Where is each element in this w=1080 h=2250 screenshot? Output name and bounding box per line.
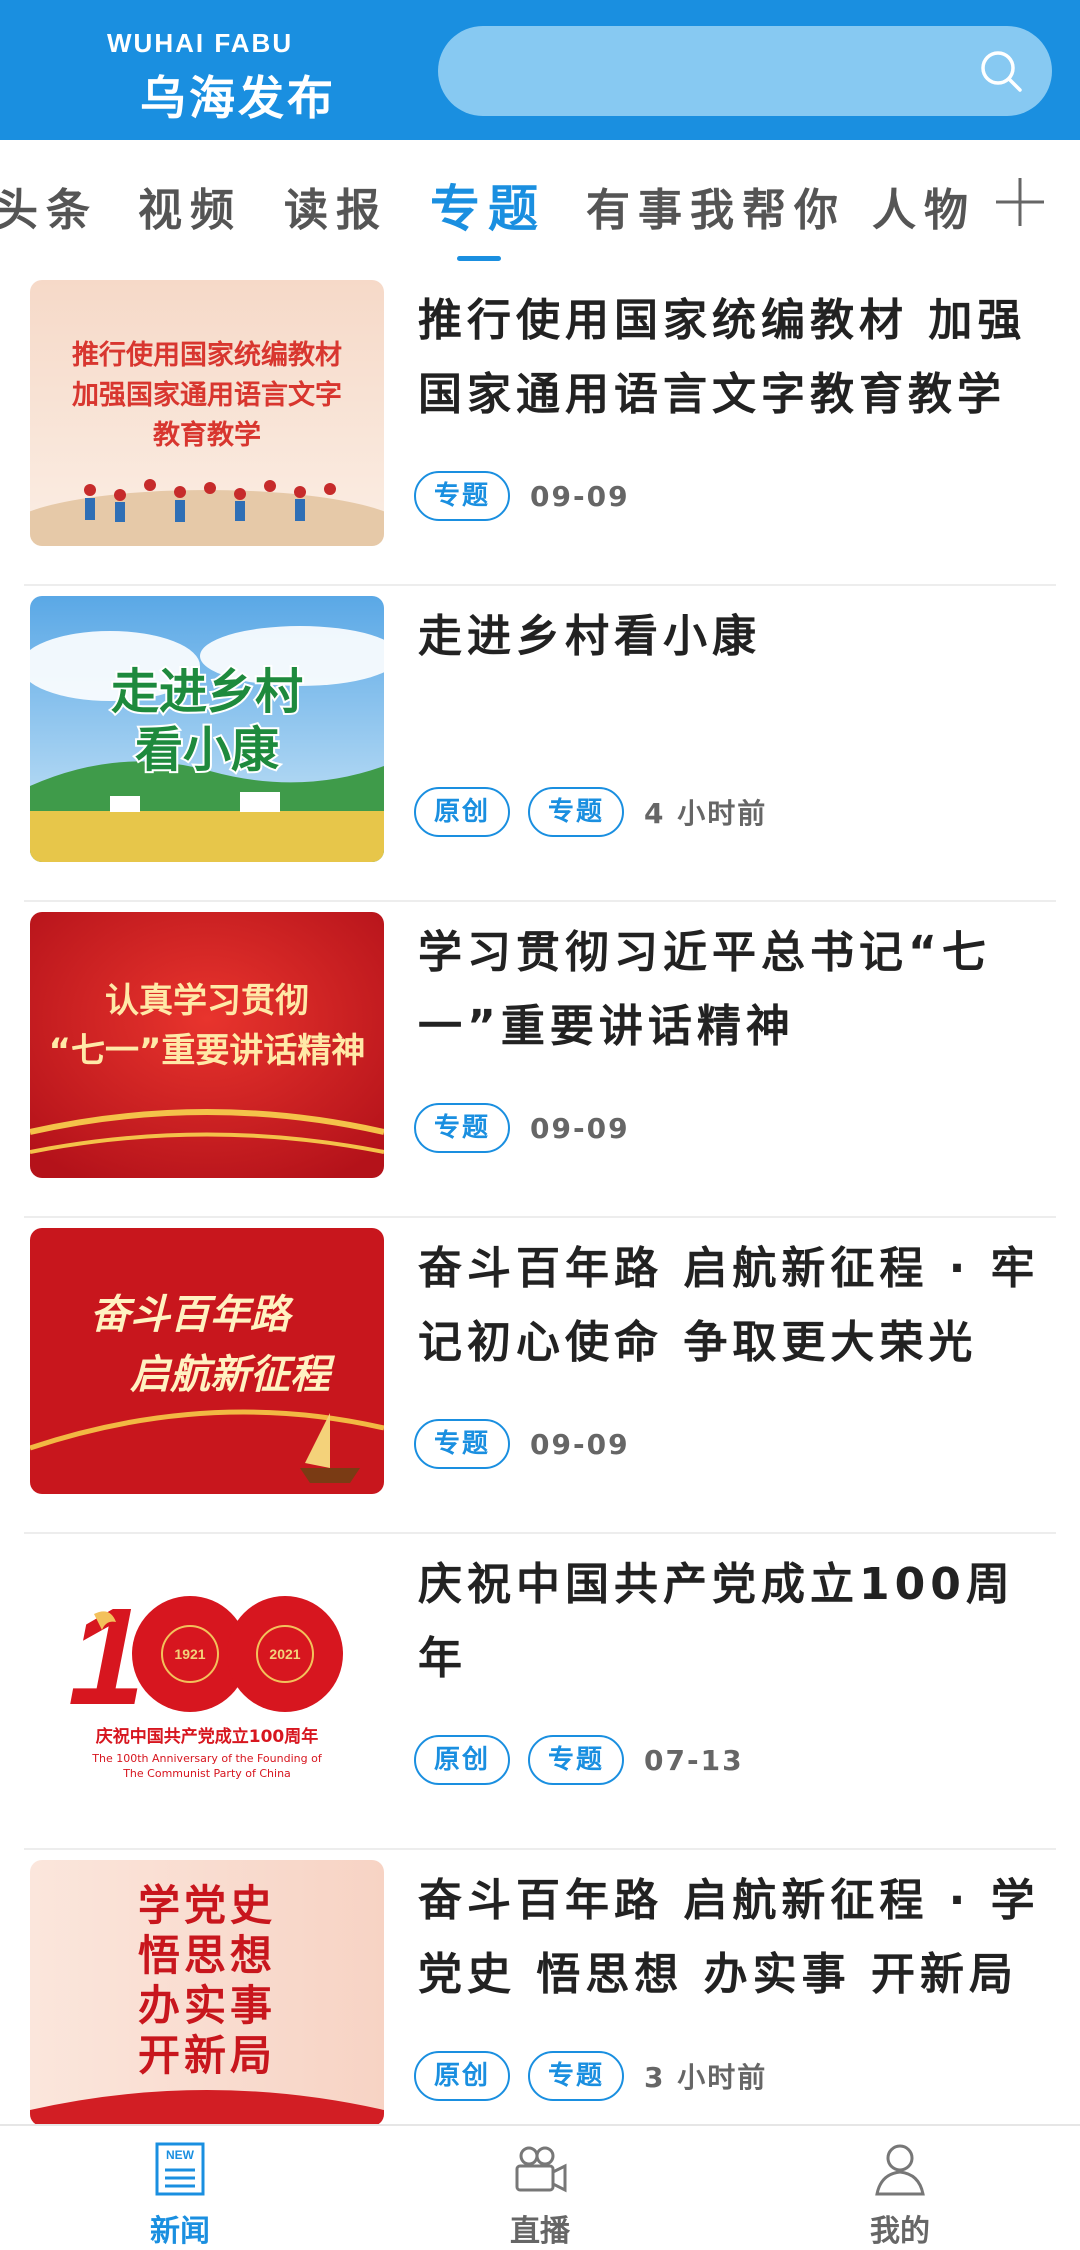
live-camera-icon [515, 2146, 567, 2193]
news-thumbnail: 走进乡村 看小康 [30, 596, 384, 862]
tag-badge: 专题 [414, 471, 511, 521]
publish-time: 3 小时前 [644, 2061, 768, 2094]
logo-chinese: 乌海发布 [140, 71, 336, 125]
news-thumbnail: 认真学习贯彻 “七一”重要讲话精神 [30, 912, 384, 1178]
news-item[interactable]: 学党史 悟思想 办实事 开新局 奋斗百年路 启航新征程 · 学党史 悟思想 办实… [24, 1850, 1056, 2164]
publish-time: 07-13 [644, 1743, 744, 1777]
thumb-text: 办实事 [138, 1981, 276, 2030]
publish-time: 09-09 [530, 479, 630, 513]
thumb-text: The 100th Anniversary of the Founding of [91, 1752, 323, 1765]
news-meta: 原创 专题 3 小时前 [414, 2050, 767, 2102]
news-item[interactable]: 1 1921 2021 庆祝中国共产党成立100周年 The 100th Ann… [24, 1534, 1056, 1850]
news-meta: 原创 专题 07-13 [414, 1734, 744, 1786]
news-meta: 专题 09-09 [414, 1418, 630, 1470]
thumb-text: 奋斗百年路 [90, 1291, 294, 1338]
thumb-text: 开新局 [138, 2031, 276, 2080]
thumb-text: 1921 [174, 1646, 205, 1662]
tag-badge: 专题 [414, 1103, 511, 1153]
news-thumbnail: 学党史 悟思想 办实事 开新局 [30, 1860, 384, 2126]
tag-badge: 原创 [414, 2051, 511, 2101]
news-icon: NEW [155, 2142, 205, 2196]
publish-time: 4 小时前 [644, 797, 768, 830]
thumb-text: 庆祝中国共产党成立100周年 [96, 1726, 319, 1747]
news-title[interactable]: 奋斗百年路 启航新征程 · 学党史 悟思想 办实事 开新局 [418, 1864, 1048, 2012]
nav-label: 我的 [870, 2214, 930, 2249]
news-meta: 原创 专题 4 小时前 [414, 786, 767, 838]
thumb-text: 走进乡村 [111, 664, 303, 720]
nav-label: 新闻 [150, 2214, 210, 2249]
category-tabs: 头条 视频 读报 专题 有事我帮你 人物 [0, 140, 1080, 270]
tab-people[interactable]: 人物 [872, 174, 976, 238]
logo-english: WUHAI FABU [107, 28, 294, 58]
tag-badge: 专题 [528, 787, 625, 837]
tag-badge: 原创 [414, 787, 511, 837]
thumb-text: 2021 [269, 1646, 300, 1662]
nav-live[interactable]: 直播 [480, 2140, 600, 2250]
thumb-text: 悟思想 [138, 1931, 276, 1980]
bottom-nav: NEW 新闻 直播 我的 [0, 2124, 1080, 2249]
thumb-text: “七一”重要讲话精神 [49, 1031, 366, 1071]
news-item[interactable]: 奋斗百年路 启航新征程 奋斗百年路 启航新征程 · 牢记初心使命 争取更大荣光 … [24, 1218, 1056, 1534]
active-tab-indicator [457, 256, 501, 261]
app-header: WUHAI FABU 乌海发布 [0, 0, 1080, 140]
thumb-text: 教育教学 [153, 419, 261, 451]
new-badge: NEW [166, 2148, 195, 2162]
publish-time: 09-09 [530, 1427, 630, 1461]
nav-label: 直播 [510, 2214, 570, 2249]
user-icon [875, 2144, 925, 2196]
search-input[interactable] [438, 26, 1052, 116]
tag-badge: 原创 [414, 1735, 511, 1785]
news-title[interactable]: 学习贯彻习近平总书记“七一”重要讲话精神 [418, 916, 1048, 1064]
news-title[interactable]: 走进乡村看小康 [418, 600, 1048, 674]
news-thumbnail: 1 1921 2021 庆祝中国共产党成立100周年 The 100th Ann… [30, 1544, 384, 1810]
tab-topics[interactable]: 专题 [430, 169, 546, 241]
thumb-text: 认真学习贯彻 [105, 981, 309, 1021]
news-title[interactable]: 推行使用国家统编教材 加强国家通用语言文字教育教学 [418, 284, 1048, 432]
thumb-text: 学党史 [138, 1881, 276, 1930]
news-thumbnail: 奋斗百年路 启航新征程 [30, 1228, 384, 1494]
news-title[interactable]: 奋斗百年路 启航新征程 · 牢记初心使命 争取更大荣光 [418, 1232, 1048, 1380]
news-item[interactable]: 推行使用国家统编教材 加强国家通用语言文字 教育教学 推行使用国家统编教材 加强… [24, 270, 1056, 586]
news-title[interactable]: 庆祝中国共产党成立100周年 [418, 1548, 1048, 1696]
thumb-text: 启航新征程 [130, 1351, 336, 1398]
tag-badge: 专题 [528, 1735, 625, 1785]
news-meta: 专题 09-09 [414, 1102, 630, 1154]
news-thumbnail: 推行使用国家统编教材 加强国家通用语言文字 教育教学 [30, 280, 384, 546]
search-icon[interactable] [978, 48, 1024, 94]
thumb-text: 看小康 [135, 722, 279, 778]
thumb-text: 加强国家通用语言文字 [72, 379, 342, 411]
publish-time: 09-09 [530, 1111, 630, 1145]
tab-video[interactable]: 视频 [138, 174, 242, 238]
nav-mine[interactable]: 我的 [840, 2140, 960, 2250]
tab-toutiao[interactable]: 头条 [0, 174, 98, 238]
news-item[interactable]: 走进乡村 看小康 走进乡村看小康 原创 专题 4 小时前 [24, 586, 1056, 902]
nav-news[interactable]: NEW 新闻 [120, 2140, 240, 2250]
tab-help[interactable]: 有事我帮你 [586, 174, 846, 238]
tab-newspaper[interactable]: 读报 [284, 174, 388, 238]
thumb-text: 推行使用国家统编教材 [72, 339, 342, 371]
add-tab-icon[interactable] [994, 176, 1046, 228]
thumb-text: The Communist Party of China [122, 1767, 291, 1780]
news-item[interactable]: 认真学习贯彻 “七一”重要讲话精神 学习贯彻习近平总书记“七一”重要讲话精神 专… [24, 902, 1056, 1218]
news-meta: 专题 09-09 [414, 470, 630, 522]
tag-badge: 专题 [528, 2051, 625, 2101]
tag-badge: 专题 [414, 1419, 511, 1469]
